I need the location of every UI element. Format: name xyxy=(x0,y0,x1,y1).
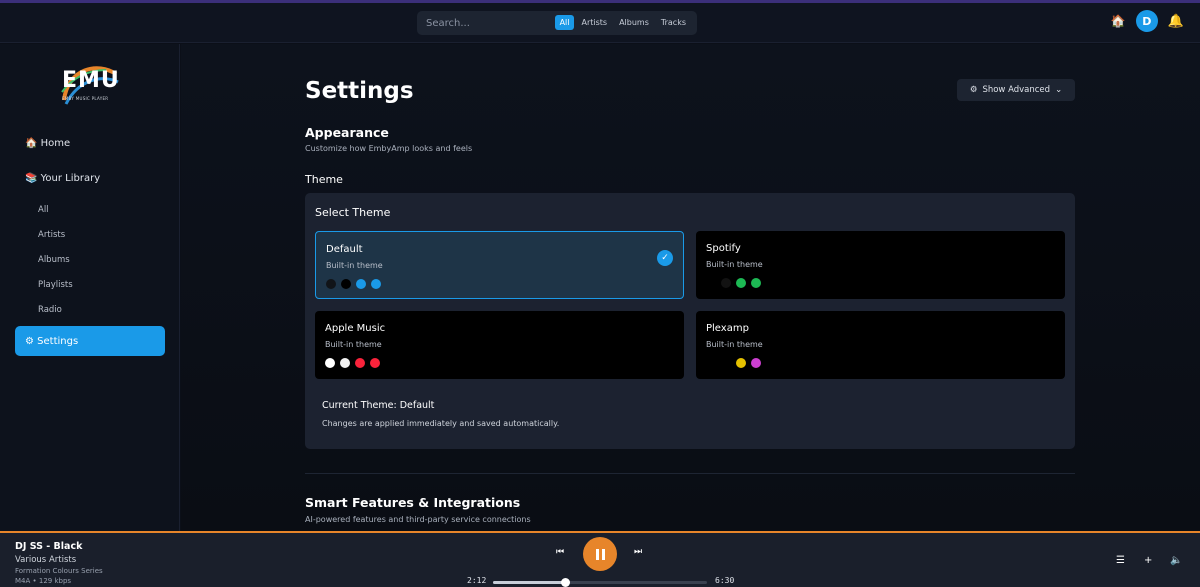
color-swatch xyxy=(736,358,746,368)
sidebar-item-radio[interactable]: Radio xyxy=(38,305,62,315)
progress-slider[interactable] xyxy=(493,578,707,587)
section-divider xyxy=(305,473,1075,474)
theme-swatches xyxy=(326,279,381,289)
previous-icon[interactable]: ⏮ xyxy=(556,547,564,557)
sidebar-item-home[interactable]: 🏠 Home xyxy=(25,138,70,149)
duration-time: 6:30 xyxy=(715,576,735,585)
top-right-actions: 🏠 D 🔔 xyxy=(1111,10,1184,32)
smart-features-title: Smart Features & Integrations xyxy=(305,495,521,510)
filter-albums[interactable]: Albums xyxy=(614,15,654,30)
color-swatch xyxy=(706,278,716,288)
sidebar-item-artists[interactable]: Artists xyxy=(38,230,65,240)
next-icon[interactable]: ⏭ xyxy=(634,547,642,557)
top-bar: All Artists Albums Tracks 🏠 D 🔔 xyxy=(0,3,1200,43)
appearance-title: Appearance xyxy=(305,125,389,140)
main-content: Settings ⚙ Show Advanced ⌄ Appearance Cu… xyxy=(181,44,1200,531)
color-swatch xyxy=(371,279,381,289)
theme-name: Spotify xyxy=(706,243,741,254)
theme-swatches xyxy=(706,358,761,368)
show-advanced-label: Show Advanced xyxy=(982,85,1051,95)
player-bar: DJ SS - Black Various Artists Formation … xyxy=(0,531,1200,587)
logo-text: EMU xyxy=(62,68,120,93)
now-playing-format: M4A • 129 kbps xyxy=(15,577,72,585)
color-swatch xyxy=(340,358,350,368)
theme-swatches xyxy=(325,358,380,368)
progress-thumb[interactable] xyxy=(561,578,571,587)
theme-subtitle: Built-in theme xyxy=(706,340,763,349)
color-swatch xyxy=(325,358,335,368)
color-swatch xyxy=(736,278,746,288)
page-title: Settings xyxy=(305,78,414,104)
sidebar-item-albums[interactable]: Albums xyxy=(38,255,70,265)
elapsed-time: 2:12 xyxy=(467,576,487,585)
pause-button[interactable] xyxy=(583,537,617,571)
sidebar-item-library[interactable]: 📚 Your Library xyxy=(25,173,100,184)
smart-features-description: AI-powered features and third-party serv… xyxy=(305,515,531,524)
logo[interactable]: EMU EMBY MUSIC PLAYER xyxy=(58,60,122,110)
color-swatch xyxy=(706,358,716,368)
theme-subtitle: Built-in theme xyxy=(325,340,382,349)
theme-card-default[interactable]: Default Built-in theme ✓ xyxy=(315,231,684,299)
theme-subtitle: Built-in theme xyxy=(706,260,763,269)
avatar[interactable]: D xyxy=(1135,10,1158,32)
changes-note: Changes are applied immediately and save… xyxy=(322,419,560,428)
filter-artists[interactable]: Artists xyxy=(576,15,612,30)
now-playing-title[interactable]: DJ SS - Black xyxy=(15,541,82,552)
search-box: All Artists Albums Tracks xyxy=(417,11,697,35)
color-swatch xyxy=(751,358,761,368)
search-filters: All Artists Albums Tracks xyxy=(554,15,691,30)
color-swatch xyxy=(370,358,380,368)
progress-fill xyxy=(493,581,566,584)
theme-name: Plexamp xyxy=(706,323,749,334)
theme-panel: Select Theme Default Built-in theme ✓ Sp… xyxy=(305,193,1075,449)
check-icon: ✓ xyxy=(657,250,673,266)
sidebar-item-playlists[interactable]: Playlists xyxy=(38,280,73,290)
now-playing-artist[interactable]: Various Artists xyxy=(15,555,76,565)
color-swatch xyxy=(341,279,351,289)
home-icon[interactable]: 🏠 xyxy=(1111,14,1126,28)
queue-icon[interactable]: ☰ xyxy=(1116,555,1125,566)
bell-icon[interactable]: 🔔 xyxy=(1168,14,1184,29)
volume-icon[interactable]: 🔈 xyxy=(1170,555,1182,566)
sidebar-item-all[interactable]: All xyxy=(38,205,49,215)
theme-card-apple-music[interactable]: Apple Music Built-in theme xyxy=(315,311,684,379)
select-theme-title: Select Theme xyxy=(315,206,391,219)
theme-name: Apple Music xyxy=(325,323,386,334)
color-swatch xyxy=(326,279,336,289)
filter-tracks[interactable]: Tracks xyxy=(656,15,691,30)
gear-icon: ⚙ xyxy=(969,85,978,95)
theme-subtitle: Built-in theme xyxy=(326,261,383,270)
sidebar: EMU EMBY MUSIC PLAYER 🏠 Home 📚 Your Libr… xyxy=(0,44,180,531)
show-advanced-button[interactable]: ⚙ Show Advanced ⌄ xyxy=(957,79,1075,101)
theme-card-plexamp[interactable]: Plexamp Built-in theme xyxy=(696,311,1065,379)
logo-subtitle: EMBY MUSIC PLAYER xyxy=(62,96,109,101)
color-swatch xyxy=(355,358,365,368)
theme-label: Theme xyxy=(305,173,343,186)
pause-icon xyxy=(595,548,605,560)
color-swatch xyxy=(721,278,731,288)
color-swatch xyxy=(356,279,366,289)
color-swatch xyxy=(751,278,761,288)
filter-all[interactable]: All xyxy=(554,15,575,30)
now-playing-album: Formation Colours Series xyxy=(15,567,103,575)
chevron-down-icon: ⌄ xyxy=(1055,85,1063,95)
search-input[interactable] xyxy=(426,17,566,29)
current-theme-text: Current Theme: Default xyxy=(322,400,435,411)
appearance-description: Customize how EmbyAmp looks and feels xyxy=(305,144,473,153)
theme-swatches xyxy=(706,278,761,288)
add-icon[interactable]: + xyxy=(1144,555,1152,566)
theme-card-spotify[interactable]: Spotify Built-in theme xyxy=(696,231,1065,299)
theme-name: Default xyxy=(326,244,363,255)
sidebar-item-settings[interactable]: ⚙ Settings xyxy=(15,326,165,356)
color-swatch xyxy=(721,358,731,368)
